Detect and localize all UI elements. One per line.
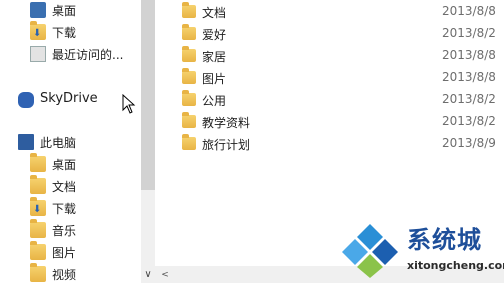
file-name: 旅行计划	[202, 138, 251, 152]
file-name: 公用	[202, 94, 227, 108]
nav-item-label: 文档	[52, 179, 77, 194]
scroll-left-icon[interactable]: <	[158, 266, 172, 283]
nav-item-desktop-folder[interactable]: 桌面	[30, 153, 77, 174]
file-date: 2013/8/9	[442, 136, 496, 150]
navigation-pane: 桌面 ⬇ 下载 最近访问的... SkyDrive 此电脑 桌面 文档 ⬇ 下载…	[0, 0, 141, 283]
file-name: 教学资料	[202, 116, 251, 130]
nav-item-downloads[interactable]: ⬇ 下载	[30, 21, 77, 42]
nav-item-skydrive[interactable]: SkyDrive	[18, 88, 98, 108]
folder-icon	[182, 68, 196, 84]
chevron-down-icon[interactable]: ∨	[141, 266, 155, 283]
download-folder-icon: ⬇	[30, 21, 46, 40]
nav-item-downloads-folder[interactable]: ⬇ 下载	[30, 197, 77, 218]
videos-folder-icon	[30, 263, 46, 282]
file-row[interactable]: 图片 2013/8/8	[155, 67, 504, 89]
watermark-url: xitongcheng.com	[407, 259, 504, 272]
pictures-folder-icon	[30, 241, 46, 260]
nav-item-recent-places[interactable]: 最近访问的...	[30, 44, 123, 64]
nav-item-label: 下载	[52, 201, 77, 216]
nav-item-label: 音乐	[52, 223, 77, 238]
watermark-logo-icon	[342, 224, 398, 278]
desktop-icon	[30, 2, 46, 18]
downloads-folder-icon: ⬇	[30, 197, 46, 216]
folder-icon	[182, 2, 196, 18]
nav-item-desktop[interactable]: 桌面	[30, 0, 76, 20]
nav-item-label: 下载	[52, 25, 77, 40]
nav-item-documents[interactable]: 文档	[30, 175, 77, 196]
nav-item-pictures[interactable]: 图片	[30, 241, 77, 262]
this-pc-icon	[18, 134, 34, 150]
file-row[interactable]: 爱好 2013/8/2	[155, 23, 504, 45]
folder-icon	[182, 112, 196, 128]
folder-icon	[182, 46, 196, 62]
documents-folder-icon	[30, 175, 46, 194]
file-date: 2013/8/8	[442, 48, 496, 62]
file-name: 图片	[202, 72, 227, 86]
nav-item-label: 图片	[52, 245, 77, 260]
file-row[interactable]: 文档 2013/8/8	[155, 1, 504, 23]
skydrive-cloud-icon	[18, 91, 34, 108]
folder-icon	[182, 24, 196, 40]
file-date: 2013/8/2	[442, 114, 496, 128]
file-date: 2013/8/2	[442, 92, 496, 106]
nav-item-label: 视频	[52, 267, 77, 282]
nav-item-label: 最近访问的...	[52, 47, 124, 62]
mouse-cursor-icon	[122, 94, 136, 114]
file-row[interactable]: 公用 2013/8/2	[155, 89, 504, 111]
watermark: 系统城 xitongcheng.com	[337, 220, 504, 280]
file-row[interactable]: 教学资料 2013/8/2	[155, 111, 504, 133]
watermark-title: 系统城	[407, 226, 482, 254]
folder-icon	[182, 134, 196, 150]
nav-item-label: 桌面	[52, 3, 77, 18]
file-name: 家居	[202, 50, 227, 64]
nav-item-videos[interactable]: 视频	[30, 263, 77, 284]
nav-item-music[interactable]: 音乐	[30, 219, 77, 240]
desktop-folder-icon	[30, 153, 46, 172]
file-date: 2013/8/8	[442, 70, 496, 84]
nav-item-label: 此电脑	[40, 135, 77, 150]
file-row[interactable]: 旅行计划 2013/8/9	[155, 133, 504, 155]
nav-scrollbar-thumb[interactable]	[141, 0, 155, 190]
file-name: 文档	[202, 6, 227, 20]
nav-item-label: SkyDrive	[40, 90, 98, 106]
nav-item-label: 桌面	[52, 157, 77, 172]
file-date: 2013/8/2	[442, 26, 496, 40]
recent-places-icon	[30, 46, 46, 62]
music-folder-icon	[30, 219, 46, 238]
file-name: 爱好	[202, 28, 227, 42]
nav-item-this-pc[interactable]: 此电脑	[18, 132, 76, 152]
file-date: 2013/8/8	[442, 4, 496, 18]
folder-icon	[182, 90, 196, 106]
file-row[interactable]: 家居 2013/8/8	[155, 45, 504, 67]
